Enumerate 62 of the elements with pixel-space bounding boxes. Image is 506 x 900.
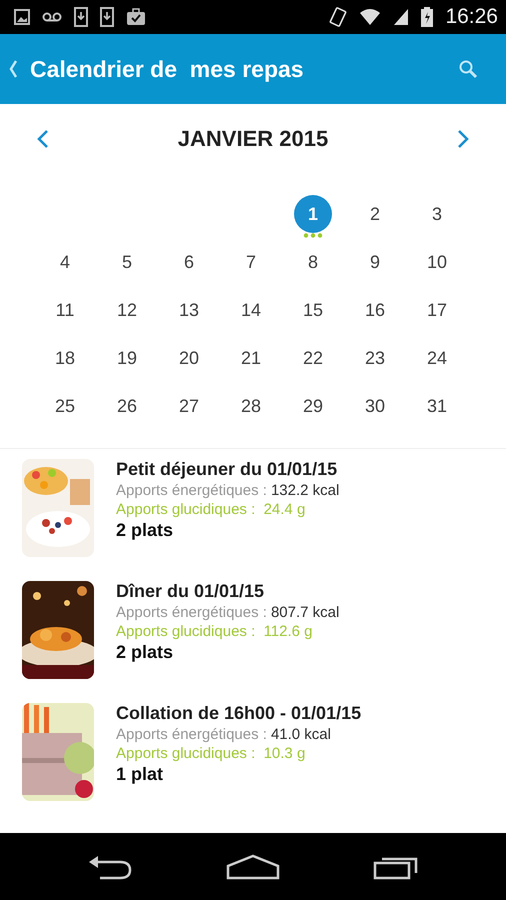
previous-month-icon[interactable] [36,129,50,149]
clock-time: 16:26 [445,5,498,29]
carbs-text: Apports glucidiques : 10.3 g [116,745,306,762]
voicemail-icon [42,12,62,22]
calendar-day[interactable]: 14 [232,291,270,329]
picture-icon [14,9,30,25]
calendar-day[interactable]: 8 [294,243,332,281]
signal-icon [393,8,410,26]
dish-count: 2 plats [116,520,174,541]
carbs-text: Apports glucidiques : 112.6 g [116,623,314,640]
calendar-day[interactable]: 9 [356,243,394,281]
energy-value: 41.0 kcal [270,726,331,743]
calendar-day[interactable]: 21 [232,339,270,377]
energy-label: Apports énergétiques : [116,726,267,743]
calendar-day[interactable]: 26 [108,387,146,425]
month-title: JANVIER 2015 [178,126,328,152]
calendar-day[interactable]: 12 [108,291,146,329]
meal-title: Dîner du 01/01/15 [116,581,266,602]
calendar-day[interactable]: 20 [170,339,208,377]
calendar-day[interactable]: 31 [418,387,456,425]
briefcase-icon [126,8,146,26]
energy-value: 807.7 kcal [270,604,340,621]
calendar-day[interactable]: 5 [108,243,146,281]
calendar-day[interactable]: 29 [294,387,332,425]
calendar-day[interactable]: 30 [356,387,394,425]
home-icon[interactable] [224,854,281,880]
carbs-text: Apports glucidiques : 24.4 g [116,501,306,518]
calendar-day[interactable]: 2 [356,195,394,233]
wifi-icon [359,8,382,26]
screen-title: Calendrier de mes repas [30,56,304,82]
calendar-day[interactable]: 16 [356,291,394,329]
calendar-day[interactable]: 25 [46,387,84,425]
calendar-day[interactable]: 7 [232,243,270,281]
calendar-day[interactable]: 6 [170,243,208,281]
meal-title: Collation de 16h00 - 01/01/15 [116,703,362,724]
calendar-day[interactable]: 17 [418,291,456,329]
download-icon [100,7,114,27]
calendar-day[interactable]: 22 [294,339,332,377]
energy-value: 132.2 kcal [270,482,340,499]
energy-label: Apports énergétiques : [116,604,267,621]
calendar-day[interactable]: 4 [46,243,84,281]
calendar-day[interactable]: 11 [46,291,84,329]
search-icon[interactable] [458,59,478,79]
calendar-day[interactable]: 24 [418,339,456,377]
calendar-day[interactable]: 19 [108,339,146,377]
dish-count: 1 plat [116,764,164,785]
calendar-day[interactable]: 3 [418,195,456,233]
calendar-day[interactable]: 15 [294,291,332,329]
calendar-day[interactable]: 23 [356,339,394,377]
calendar-day[interactable]: 18 [46,339,84,377]
calendar-day[interactable]: 13 [170,291,208,329]
next-month-icon[interactable] [456,129,470,149]
calendar-day[interactable]: 28 [232,387,270,425]
rotate-icon [329,7,348,27]
calendar-day[interactable]: 1 [294,195,332,233]
calendar-day[interactable]: 10 [418,243,456,281]
download-icon [74,7,88,27]
energy-label: Apports énergétiques : [116,482,267,499]
battery-icon [421,7,434,27]
dish-count: 2 plats [116,642,174,663]
calendar-day[interactable]: 27 [170,387,208,425]
meal-title: Petit déjeuner du 01/01/15 [116,459,338,480]
